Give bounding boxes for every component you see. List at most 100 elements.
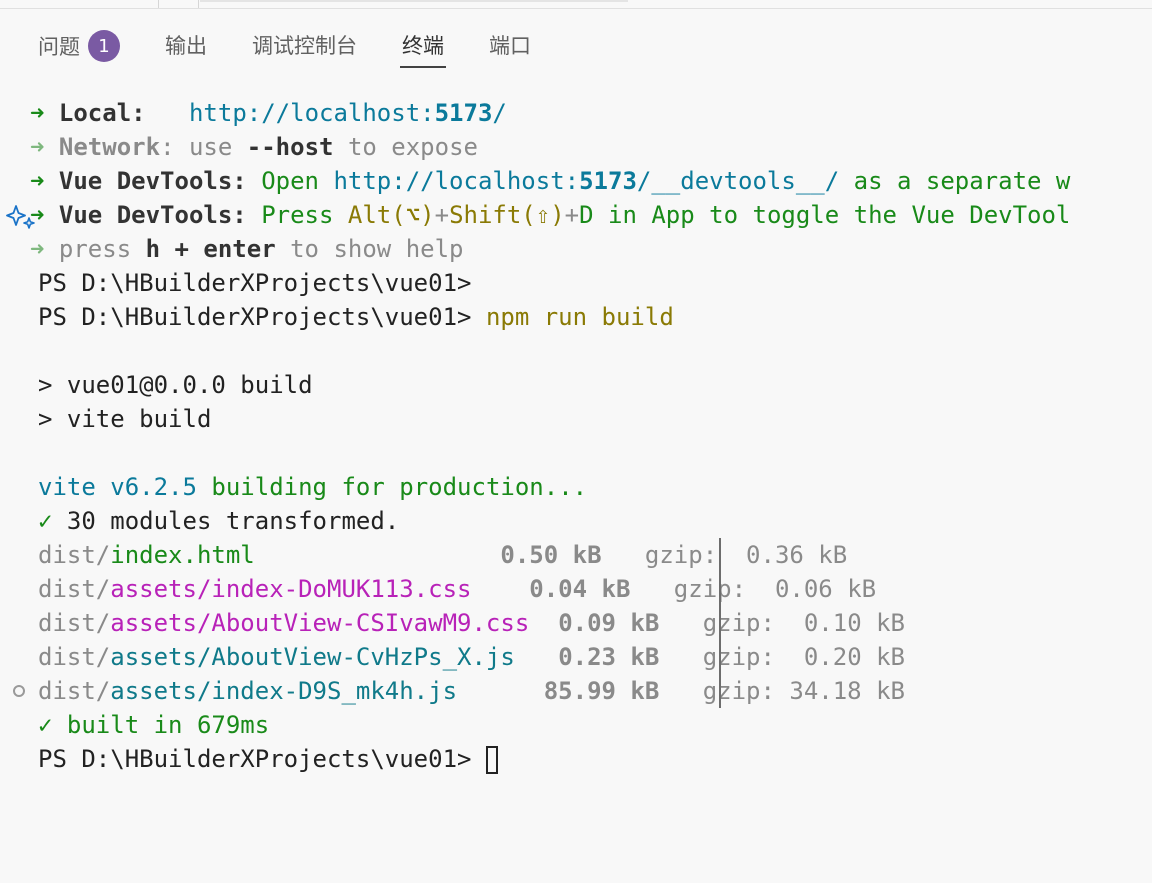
check-icon: ✓ (38, 507, 53, 535)
local-url-port: 5173 (434, 99, 493, 127)
terminal-prompt: PS D:\HBuilderXProjects\vue01> (38, 745, 472, 773)
file-row: dist/assets/AboutView-CvHzPs_X.js 0.23 k… (0, 640, 1152, 674)
file-gzip: gzip: 0.20 kB (702, 643, 905, 671)
sparkle-icon[interactable] (6, 203, 36, 229)
devtools-press: Press (261, 201, 334, 229)
terminal-output[interactable]: ➜ Local: http://localhost:5173/ ➜ Networ… (0, 96, 1152, 776)
column-separator (719, 572, 721, 606)
help-keys: h + enter (145, 235, 276, 263)
network-label: Network (58, 133, 161, 161)
file-dir: dist/ (38, 609, 111, 637)
terminal-command: npm run build (485, 303, 674, 331)
local-label: Local: (58, 99, 146, 127)
tab-terminal-label: 终端 (402, 34, 444, 58)
file-gzip: gzip: 0.10 kB (702, 609, 905, 637)
file-pad (602, 541, 645, 569)
column-separator (719, 606, 721, 640)
modules-line: ✓ 30 modules transformed. (0, 504, 1152, 538)
terminal-final-prompt[interactable]: PS D:\HBuilderXProjects\vue01> (0, 742, 1152, 776)
file-row: dist/assets/AboutView-CSIvawM9.css 0.09 … (0, 606, 1152, 640)
devtools-open-text: Open (261, 167, 319, 195)
terminal-cursor (485, 746, 498, 774)
file-pad (255, 541, 501, 569)
local-url-suffix: / (492, 99, 507, 127)
file-pad (471, 575, 529, 603)
devtools-toggle-tail: D in App to toggle the Vue DevTool (579, 201, 1071, 229)
network-expose: to expose (347, 133, 478, 161)
tab-debug-console-label: 调试控制台 (252, 34, 357, 58)
terminal-line-help: ➜ press h + enter to show help (0, 232, 1152, 266)
file-name: assets/AboutView-CvHzPs_X.js (110, 643, 515, 671)
local-url[interactable]: http://localhost:5173/ (189, 99, 507, 127)
tab-output-label: 输出 (165, 34, 207, 58)
file-size: 85.99 kB (543, 677, 660, 705)
file-pad (630, 575, 673, 603)
tab-debug-console[interactable]: 调试控制台 (252, 30, 357, 66)
local-url-prefix: http://localhost: (188, 99, 435, 127)
built-line: ✓ built in 679ms (0, 708, 1152, 742)
column-separator (719, 538, 721, 572)
arrow-icon: ➜ (30, 235, 45, 263)
file-name: assets/AboutView-CSIvawM9.css (110, 609, 530, 637)
plus-sign: + (434, 201, 450, 229)
devtools-colon: : (232, 167, 247, 195)
devtools-open-tail: as a separate w (853, 167, 1071, 195)
alt-key: Alt(⌥) (347, 201, 435, 229)
modules-text: 30 modules transformed. (66, 507, 400, 535)
file-gzip: gzip: 34.18 kB (702, 677, 905, 705)
file-size: 0.09 kB (558, 609, 660, 637)
file-pad (659, 643, 702, 671)
terminal-prompt: PS D:\HBuilderXProjects\vue01> (38, 269, 472, 297)
strip-divider (158, 0, 159, 8)
file-dir: dist/ (38, 541, 111, 569)
circle-decoration-icon[interactable] (13, 685, 25, 697)
file-gzip: gzip: 0.36 kB (644, 541, 848, 569)
terminal-command-line: PS D:\HBuilderXProjects\vue01> npm run b… (0, 300, 1152, 334)
file-pad (529, 609, 558, 637)
vite-version: vite v6.2.5 (38, 473, 197, 501)
check-icon: ✓ (38, 711, 53, 739)
tab-problems-label: 问题 (38, 35, 80, 59)
vite-building-line: vite v6.2.5 building for production... (0, 470, 1152, 504)
file-size: 0.50 kB (500, 541, 602, 569)
file-size: 0.23 kB (558, 643, 660, 671)
network-colon: : (160, 133, 175, 161)
npm-script-line: > vue01@0.0.0 build (38, 371, 313, 399)
file-pad (457, 677, 544, 705)
devtools-url-suffix: /__devtools__/ (636, 167, 840, 195)
terminal-line-devtools-open: ➜ Vue DevTools: Open http://localhost:51… (0, 164, 1152, 198)
column-separator (719, 674, 721, 708)
problems-count-badge: 1 (88, 30, 120, 62)
panel-tabs: 问题 1 输出 调试控制台 终端 端口 (38, 30, 576, 70)
file-dir: dist/ (38, 643, 111, 671)
terminal-line-devtools-toggle: ➜ Vue DevTools: Press Alt(⌥)+Shift(⇧)+D … (0, 198, 1152, 232)
devtools-url[interactable]: http://localhost:5173/__devtools__/ (333, 167, 839, 195)
terminal-prompt: PS D:\HBuilderXProjects\vue01> (38, 303, 472, 331)
tab-ports[interactable]: 端口 (489, 30, 531, 66)
file-name: index.html (110, 541, 255, 569)
strip-divider (198, 0, 199, 8)
network-use: use (188, 133, 233, 161)
help-press: press (58, 235, 132, 263)
tab-problems[interactable]: 问题 1 (38, 30, 120, 68)
tab-terminal[interactable]: 终端 (400, 30, 446, 68)
terminal-line-network: ➜ Network: use --host to expose (0, 130, 1152, 164)
devtools-label: Vue DevTools (58, 167, 233, 195)
devtools-url-prefix: http://localhost: (333, 167, 580, 195)
file-gzip: gzip: 0.06 kB (673, 575, 877, 603)
file-row: dist/index.html 0.50 kB gzip: 0.36 kB (0, 538, 1152, 572)
file-pad (659, 677, 702, 705)
plus-sign: + (564, 201, 580, 229)
strip-scrollbar[interactable] (200, 0, 628, 2)
file-name: assets/index-DoMUK113.css (110, 575, 472, 603)
tab-output[interactable]: 输出 (165, 30, 207, 66)
building-text: building for production... (211, 473, 588, 501)
arrow-icon: ➜ (30, 99, 45, 127)
file-dir: dist/ (38, 677, 111, 705)
file-pad (659, 609, 702, 637)
npm-script-line: > vite build (38, 405, 212, 433)
file-row: dist/assets/index-DoMUK113.css 0.04 kB g… (0, 572, 1152, 606)
built-text: built in 679ms (66, 711, 270, 739)
help-tail: to show help (290, 235, 464, 263)
